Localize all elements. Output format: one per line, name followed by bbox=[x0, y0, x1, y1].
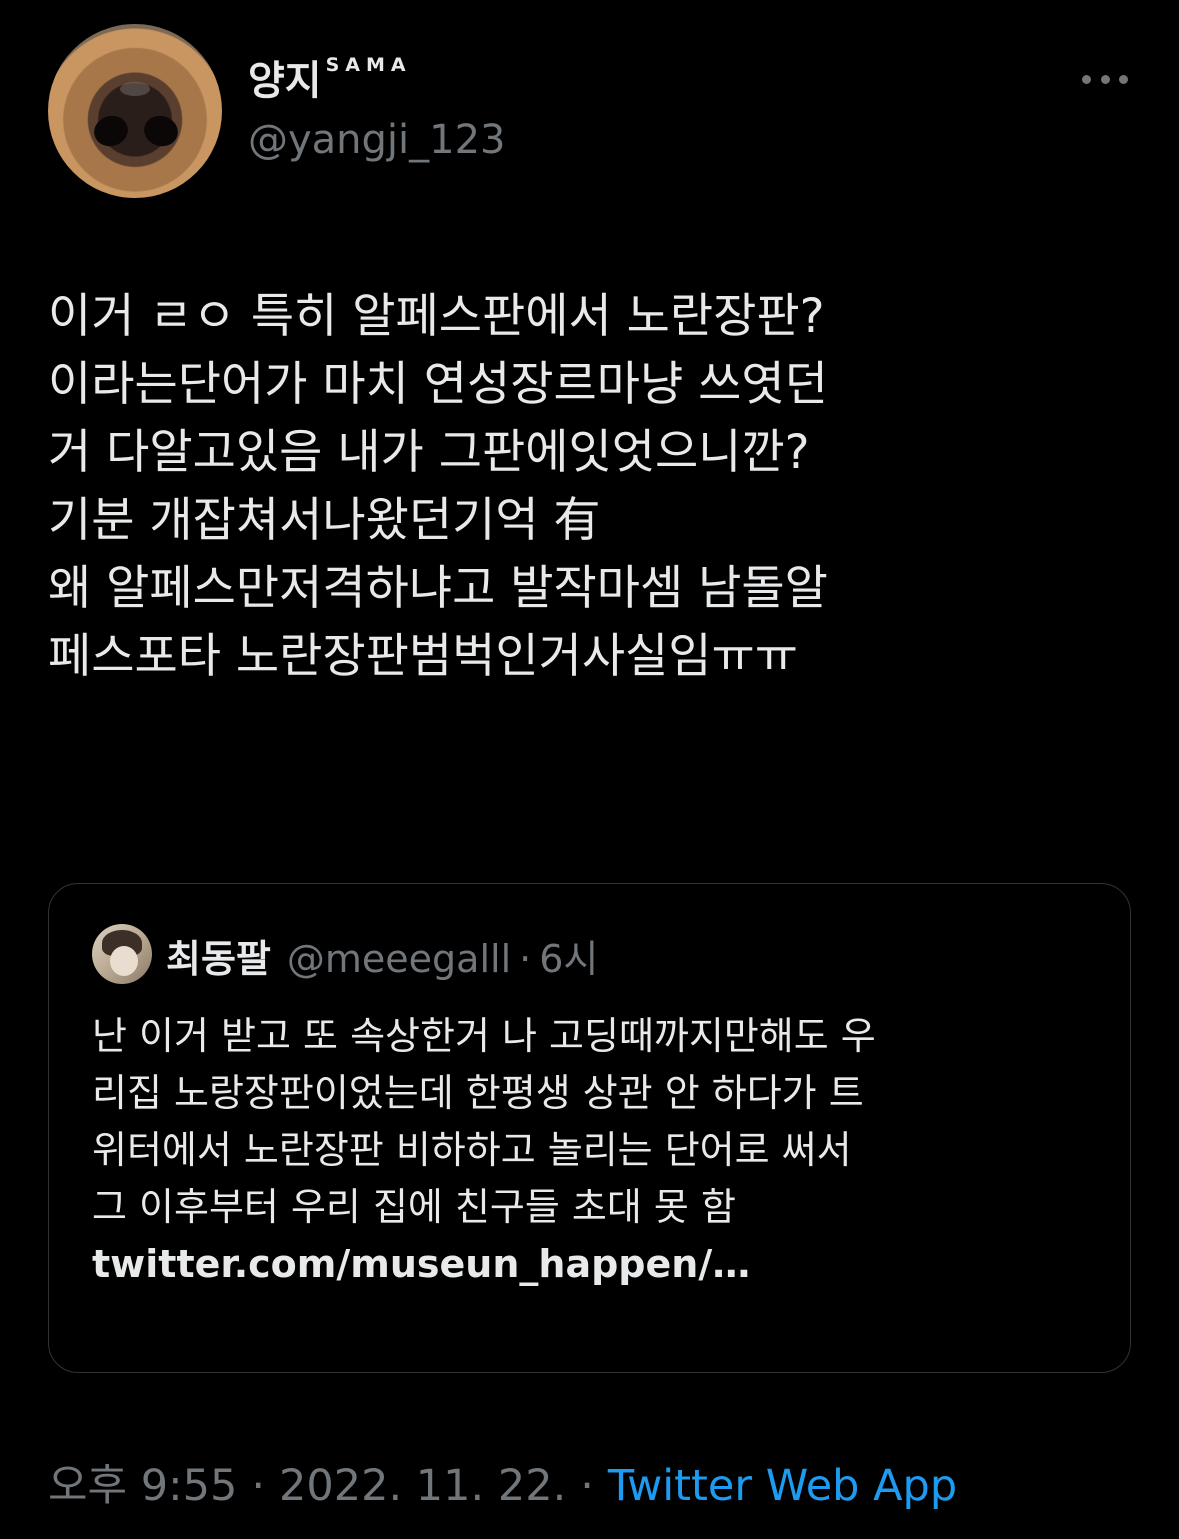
quoted-text-line: 그 이후부터 우리 집에 친구들 초대 못 함 bbox=[92, 1185, 736, 1229]
avatar-face bbox=[110, 946, 138, 976]
tweet-time[interactable]: 오후 9:55 bbox=[48, 1451, 237, 1513]
more-options-button[interactable] bbox=[1082, 64, 1128, 94]
more-horizontal-icon bbox=[1082, 74, 1091, 84]
quoted-tweet-text: 난 이거 받고 또 속상한거 나 고딩때까지만해도 우 리집 노랑장판이었는데 … bbox=[92, 1008, 1112, 1293]
tweet-text-line: 이거 ㄹㅇ 특히 알페스판에서 노란장판? bbox=[48, 289, 825, 344]
tweet-source-link[interactable]: Twitter Web App bbox=[608, 1461, 957, 1511]
author-handle[interactable]: @yangji_123 bbox=[248, 117, 506, 163]
tweet-text-line: 기분 개잡쳐서나왔던기억 有 bbox=[48, 493, 601, 548]
avatar-highlight bbox=[120, 82, 150, 96]
more-horizontal-icon-dot bbox=[1100, 74, 1110, 84]
quoted-text-line: 리집 노랑장판이었는데 한평생 상관 안 하다가 트 bbox=[92, 1071, 864, 1115]
separator-dot: · bbox=[251, 1461, 266, 1511]
author-name-text: 양지 bbox=[248, 58, 322, 104]
quoted-author-avatar[interactable] bbox=[92, 924, 152, 984]
tweet-text-line: 왜 알페스만저격하냐고 발작마셈 남돌알 bbox=[48, 561, 828, 616]
quoted-text-line: 위터에서 노란장판 비하하고 놀리는 단어로 써서 bbox=[92, 1128, 852, 1172]
tweet-date[interactable]: 2022. 11. 22. bbox=[279, 1461, 566, 1511]
tweet-text-line: 페스포타 노란장판범벅인거사실임ㅠㅠ bbox=[48, 629, 799, 684]
tweet-metadata: 오후 9:55 · 2022. 11. 22. · Twitter Web Ap… bbox=[48, 1451, 957, 1513]
separator-dot: · bbox=[519, 937, 532, 981]
quoted-tweet-time[interactable]: 6시 bbox=[539, 928, 598, 983]
tweet-detail: 양지 SAMA @yangji_123 이거 ㄹㅇ 특히 알페스판에서 노란장판… bbox=[0, 0, 1179, 1539]
quoted-tweet-link[interactable]: twitter.com/museun_happen/… bbox=[92, 1236, 1112, 1293]
tweet-text-line: 거 다알고있음 내가 그판에잇엇으니깐? bbox=[48, 425, 810, 480]
avatar-nostril-right bbox=[140, 111, 182, 151]
author-name-suffix: SAMA bbox=[325, 54, 412, 76]
quoted-tweet-card[interactable]: 최동팔 @meeegalll · 6시 난 이거 받고 또 속상한거 나 고딩때… bbox=[48, 883, 1131, 1373]
quoted-text-line: 난 이거 받고 또 속상한거 나 고딩때까지만해도 우 bbox=[92, 1014, 876, 1058]
author-avatar[interactable] bbox=[48, 24, 222, 198]
quoted-author-name[interactable]: 최동팔 bbox=[166, 928, 271, 983]
quoted-author-handle[interactable]: @meeegalll bbox=[287, 937, 511, 981]
tweet-text-line: 이라는단어가 마치 연성장르마냥 쓰엿던 bbox=[48, 357, 828, 412]
avatar-nostril-left bbox=[90, 111, 132, 151]
quoted-tweet-header: 최동팔 @meeegalll · 6시 bbox=[166, 928, 598, 983]
author-display-name[interactable]: 양지 SAMA bbox=[248, 48, 412, 106]
tweet-text: 이거 ㄹㅇ 특히 알페스판에서 노란장판? 이라는단어가 마치 연성장르마냥 쓰… bbox=[48, 283, 1148, 691]
separator-dot: · bbox=[580, 1461, 594, 1511]
more-horizontal-icon-dot bbox=[1119, 74, 1128, 84]
